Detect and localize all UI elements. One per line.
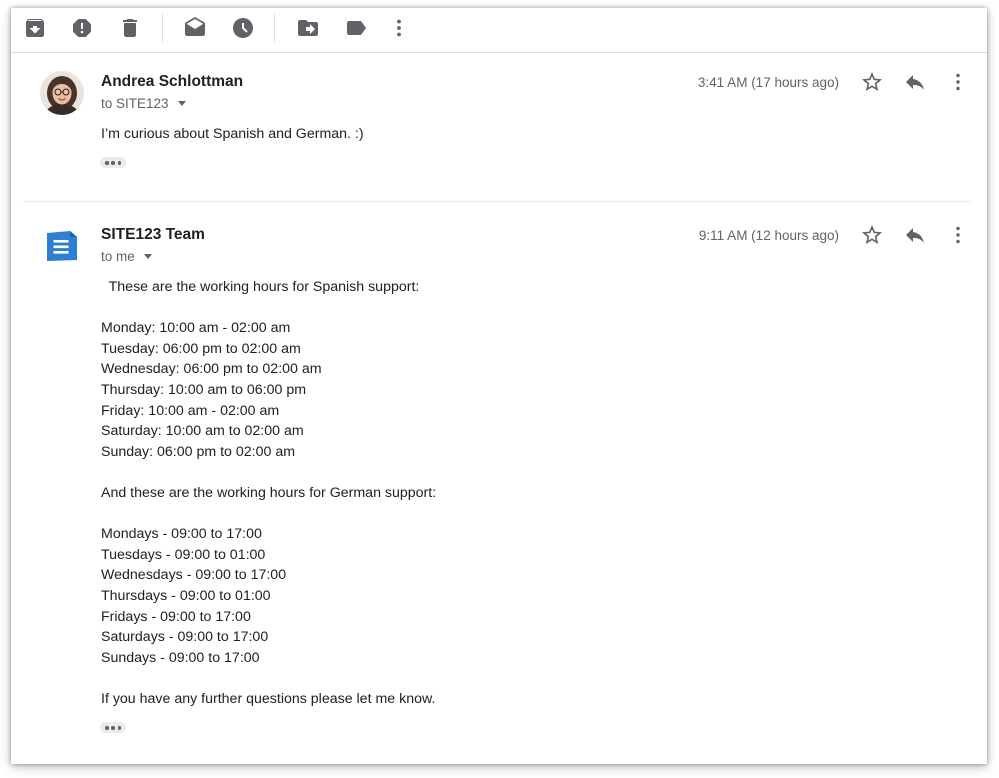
report-spam-icon[interactable] [70, 16, 94, 40]
message-divider [23, 201, 971, 202]
recipient-details-toggle[interactable]: to me [101, 249, 152, 264]
recipient-label: to me [101, 249, 135, 264]
email-thread-window: Andrea Schlottman to SITE123 3:41 AM (17… [11, 8, 987, 764]
toolbar [11, 8, 987, 53]
dot [117, 161, 121, 165]
avatar[interactable] [40, 71, 84, 115]
sender-name: Andrea Schlottman [101, 73, 244, 90]
recipient-label: to SITE123 [101, 96, 169, 111]
toolbar-separator [274, 14, 275, 42]
reply-icon[interactable] [903, 223, 927, 247]
sender-name: SITE123 Team [101, 226, 205, 243]
chevron-down-icon [177, 100, 186, 106]
avatar[interactable] [40, 224, 84, 268]
dot [111, 161, 115, 165]
label-icon[interactable] [344, 16, 368, 40]
mark-as-unread-icon[interactable] [183, 16, 207, 40]
snooze-icon[interactable] [231, 16, 255, 40]
message-timestamp: 3:41 AM (17 hours ago) [697, 75, 839, 90]
star-icon[interactable] [860, 223, 884, 247]
dot [117, 726, 121, 730]
chevron-down-icon [143, 253, 152, 259]
delete-icon[interactable] [118, 16, 142, 40]
dot [105, 726, 109, 730]
more-vert-icon[interactable] [946, 70, 970, 94]
move-to-icon[interactable] [296, 16, 320, 40]
star-icon[interactable] [860, 70, 884, 94]
show-trimmed-content-button[interactable] [100, 157, 126, 168]
recipient-details-toggle[interactable]: to SITE123 [101, 96, 186, 111]
message-body: I’m curious about Spanish and German. :) [101, 126, 364, 142]
message-timestamp: 9:11 AM (12 hours ago) [698, 228, 839, 243]
message-body: These are the working hours for Spanish … [101, 279, 437, 707]
dot [105, 161, 109, 165]
more-vert-icon[interactable] [946, 223, 970, 247]
reply-icon[interactable] [903, 70, 927, 94]
show-trimmed-content-button[interactable] [100, 722, 126, 733]
toolbar-separator [162, 14, 163, 42]
dot [111, 726, 115, 730]
archive-icon[interactable] [23, 16, 47, 40]
more-vert-icon[interactable] [387, 16, 411, 40]
